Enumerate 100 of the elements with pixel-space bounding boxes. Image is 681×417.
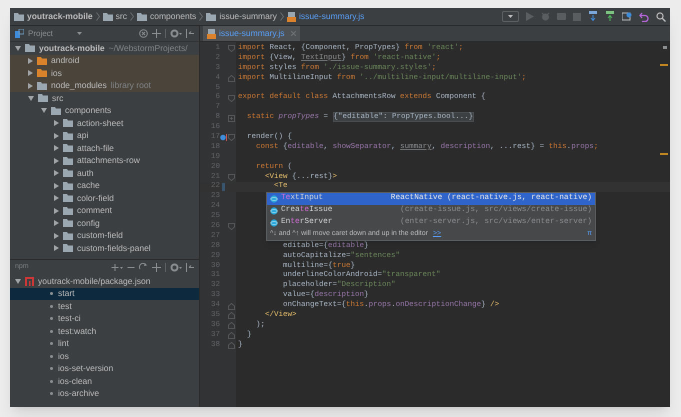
panel-title[interactable]: Project	[28, 28, 53, 40]
folder-icon	[102, 12, 113, 20]
script-item[interactable]: ios	[10, 350, 199, 362]
js-file-icon	[286, 12, 296, 22]
component-icon	[270, 207, 278, 215]
folder-icon	[206, 12, 216, 20]
warning-stripe-mark	[660, 153, 668, 155]
expand-fold-icon[interactable]	[228, 114, 234, 122]
tree-item[interactable]: custom-fields-panel	[77, 242, 151, 254]
tree-item[interactable]: node_modules	[51, 80, 107, 92]
collapsed-arrow-icon[interactable]	[54, 145, 59, 152]
tree-item[interactable]: youtrack-mobile/package.json	[38, 274, 150, 288]
breadcrumb[interactable]: issue-summary.js	[286, 10, 364, 23]
tree-item[interactable]: color-field	[77, 192, 114, 204]
component-icon	[270, 219, 278, 227]
folder-icon	[14, 12, 24, 20]
collapsed-arrow-icon[interactable]	[54, 158, 59, 164]
caret-icon[interactable]	[76, 32, 82, 35]
expanded-arrow-icon[interactable]	[15, 278, 21, 284]
tree-item[interactable]: auth	[77, 167, 94, 180]
breadcrumb[interactable]: youtrack-mobile	[14, 10, 93, 23]
crosshair-icon[interactable]	[152, 263, 161, 272]
fold-icon[interactable]	[228, 174, 234, 182]
editor-tab[interactable]: issue-summary.js	[203, 26, 300, 41]
add-icon[interactable]	[111, 263, 123, 272]
fold-icon[interactable]	[228, 223, 234, 230]
collapsed-arrow-icon[interactable]	[54, 232, 59, 239]
undo-icon[interactable]	[639, 12, 649, 22]
fold-end-icon[interactable]	[228, 75, 234, 82]
folder-icon	[137, 12, 147, 20]
collapsed-arrow-icon[interactable]	[54, 195, 59, 202]
fold-icon[interactable]	[228, 45, 234, 52]
tree-item[interactable]: custom-field	[77, 230, 123, 242]
collapsed-arrow-icon[interactable]	[28, 58, 33, 64]
expanded-arrow-icon[interactable]	[28, 96, 34, 101]
collapsed-arrow-icon[interactable]	[54, 245, 59, 252]
script-item[interactable]: lint	[10, 338, 199, 350]
vcs-commit-icon[interactable]	[605, 11, 615, 22]
breadcrumb[interactable]: components	[137, 10, 196, 23]
inspection-status-icon	[663, 46, 667, 49]
target-icon[interactable]	[139, 29, 148, 38]
tree-item[interactable]: attach-file	[77, 142, 114, 154]
js-file-icon	[207, 28, 216, 38]
warning-stripe-mark	[660, 64, 668, 66]
component-icon	[270, 195, 278, 203]
bullet-icon	[50, 330, 53, 333]
script-item[interactable]: start	[10, 288, 199, 300]
tree-item[interactable]: src	[52, 92, 64, 104]
script-item[interactable]: ios-clean	[10, 375, 199, 388]
tree-item-hint: ~/WebstormProjects/	[108, 42, 188, 54]
bullet-icon	[50, 317, 53, 320]
script-item[interactable]: test:watch	[10, 325, 199, 338]
breadcrumb[interactable]: src	[102, 10, 127, 23]
bullet-icon	[50, 292, 53, 296]
refresh-icon[interactable]	[139, 263, 148, 272]
tree-item[interactable]: android	[51, 54, 80, 67]
caret-icon	[508, 15, 513, 18]
collapsed-arrow-icon[interactable]	[54, 208, 59, 214]
script-item[interactable]: ios-archive	[10, 388, 199, 400]
bullet-icon	[50, 367, 53, 370]
collapse-icon[interactable]	[186, 29, 194, 38]
expanded-arrow-icon[interactable]	[41, 108, 47, 114]
tree-item[interactable]: action-sheet	[77, 117, 124, 130]
collapsed-arrow-icon[interactable]	[28, 82, 33, 89]
expanded-arrow-icon[interactable]	[15, 46, 21, 51]
history-icon[interactable]	[622, 12, 632, 22]
tree-item[interactable]: attachments-row	[77, 154, 140, 167]
bullet-icon	[50, 304, 53, 308]
tree-item[interactable]: youtrack-mobile	[39, 42, 105, 54]
bullet-icon	[50, 392, 53, 396]
tree-item[interactable]: api	[77, 130, 88, 142]
settings-icon[interactable]	[170, 263, 182, 272]
method-marker-icon[interactable]	[220, 134, 227, 142]
tree-item[interactable]: config	[77, 217, 100, 230]
fold-icon[interactable]	[228, 134, 234, 142]
search-icon[interactable]	[656, 12, 666, 22]
fold-icon[interactable]	[228, 94, 234, 102]
tree-item[interactable]: ios	[51, 67, 62, 80]
collapsed-arrow-icon[interactable]	[54, 132, 59, 139]
collapsed-arrow-icon[interactable]	[54, 120, 59, 126]
settings-icon[interactable]	[170, 29, 182, 38]
vcs-update-icon[interactable]	[588, 11, 598, 22]
collapsed-arrow-icon[interactable]	[54, 182, 59, 189]
script-item[interactable]: test-ci	[10, 312, 199, 325]
project-icon	[15, 29, 24, 38]
run-config-dropdown[interactable]	[502, 11, 519, 22]
collapsed-arrow-icon[interactable]	[28, 70, 33, 76]
crosshair-icon[interactable]	[152, 29, 161, 38]
tree-item[interactable]: components	[65, 104, 112, 117]
chevron-icon	[199, 12, 204, 21]
script-item[interactable]: ios-set-version	[10, 362, 199, 375]
npm-package-icon	[25, 276, 34, 286]
collapse-icon[interactable]	[186, 263, 194, 272]
tree-item[interactable]: cache	[77, 180, 100, 192]
script-item[interactable]: test	[10, 300, 199, 312]
breadcrumb[interactable]: issue-summary	[206, 10, 277, 23]
bullet-icon	[50, 354, 53, 358]
collapsed-arrow-icon[interactable]	[54, 170, 59, 176]
tree-item[interactable]: comment	[77, 204, 112, 217]
collapsed-arrow-icon[interactable]	[54, 220, 59, 226]
